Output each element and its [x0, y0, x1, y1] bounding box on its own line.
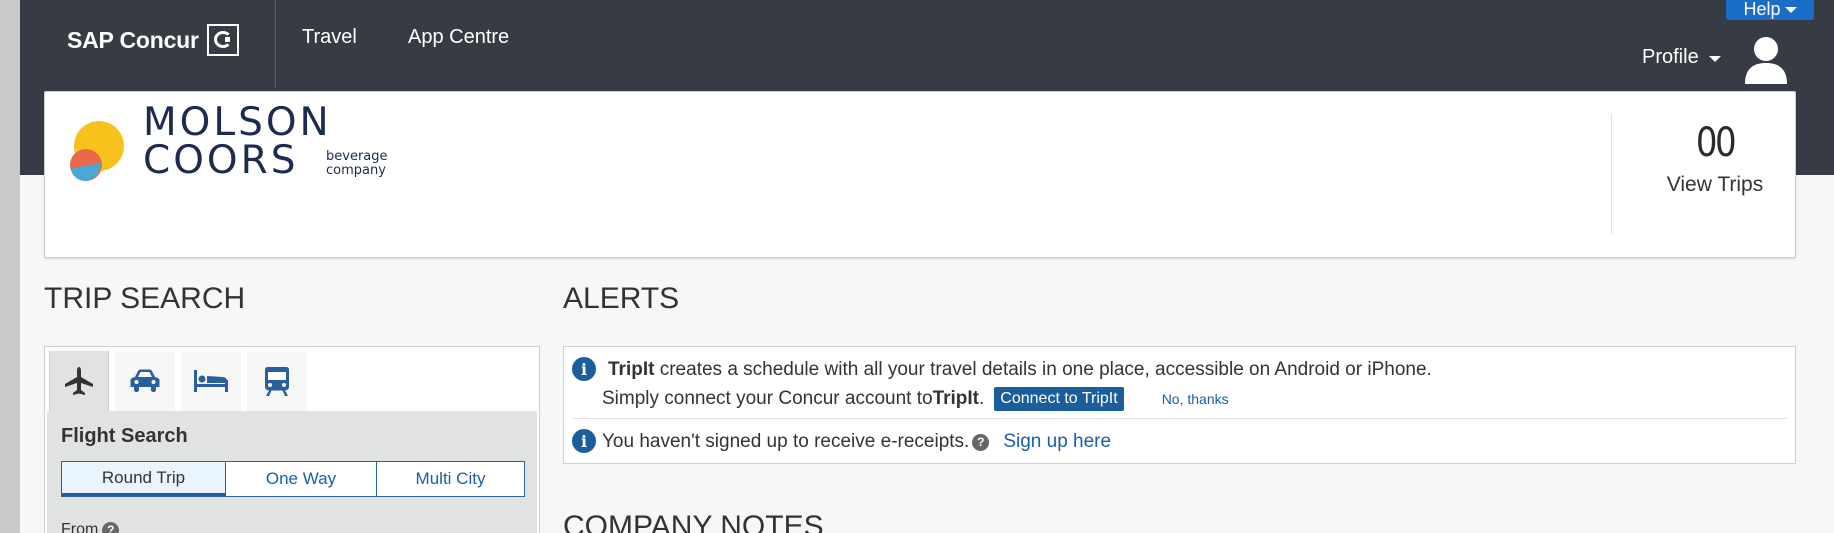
flight-search-form: Flight Search Round Trip One Way Multi C… — [47, 411, 537, 533]
alerts-box: i TripIt creates a schedule with all you… — [563, 346, 1796, 464]
train-icon — [265, 367, 289, 396]
company-notes-title: COMPANY NOTES — [563, 510, 824, 533]
sign-up-here-link[interactable]: Sign up here — [1003, 431, 1111, 453]
profile-label: Profile — [1642, 46, 1699, 68]
hotel-bed-icon — [194, 370, 228, 392]
flight-search-label: Flight Search — [61, 425, 188, 447]
trip-type-one-way[interactable]: One Way — [226, 462, 377, 496]
tripit-connect-line: Simply connect your Concur account to Tr… — [602, 387, 1229, 411]
sap-concur-logo[interactable]: SAP Concur — [67, 22, 239, 58]
tab-flight[interactable] — [49, 351, 109, 411]
tab-rail[interactable] — [247, 351, 307, 411]
nav-travel[interactable]: Travel — [302, 26, 357, 49]
view-trips-link[interactable]: View Trips — [1645, 173, 1785, 197]
help-question-icon[interactable]: ? — [972, 433, 990, 451]
molson-coors-emblem-icon — [70, 121, 124, 181]
tab-car[interactable] — [115, 351, 175, 411]
caret-down-icon — [1708, 55, 1721, 62]
ereceipts-alert: You haven't signed up to receive e-recei… — [602, 431, 1112, 453]
alerts-title: ALERTS — [563, 282, 680, 315]
car-icon — [130, 369, 160, 392]
logo-subtitle: beverage company — [326, 149, 388, 179]
help-label: Help — [1743, 0, 1781, 19]
connect-to-tripit-button[interactable]: Connect to TripIt — [994, 387, 1124, 411]
caret-down-icon — [1784, 7, 1797, 13]
tripit-alert-text: TripIt creates a schedule with all your … — [608, 359, 1432, 380]
trip-type-selector: Round Trip One Way Multi City — [61, 461, 525, 497]
logo-wordmark: MOLSON COORS — [143, 100, 332, 184]
trip-type-multi-city[interactable]: Multi City — [377, 462, 524, 496]
trip-search-title: TRIP SEARCH — [44, 282, 246, 315]
page: SAP Concur Travel App Centre Help Profil… — [20, 0, 1834, 533]
trip-search-panel: Flight Search Round Trip One Way Multi C… — [44, 346, 540, 533]
info-icon: i — [572, 429, 596, 453]
company-card: MOLSON COORS beverage company 00 View Tr… — [44, 91, 1796, 258]
no-thanks-link[interactable]: No, thanks — [1162, 391, 1229, 407]
nav-app-centre[interactable]: App Centre — [408, 26, 509, 49]
user-avatar-icon[interactable] — [1742, 34, 1790, 84]
airplane-icon — [65, 367, 93, 395]
from-label: From ? — [61, 521, 120, 533]
alert-separator — [572, 418, 1787, 419]
tab-hotel[interactable] — [181, 351, 241, 411]
card-divider — [1611, 114, 1612, 234]
nav-divider — [275, 0, 276, 88]
info-icon: i — [572, 357, 596, 381]
profile-menu[interactable]: Profile — [1642, 46, 1721, 69]
help-button[interactable]: Help — [1726, 0, 1814, 20]
trip-type-round-trip[interactable]: Round Trip — [62, 462, 226, 496]
help-question-icon[interactable]: ? — [102, 521, 120, 533]
trips-count: 00 — [1695, 120, 1737, 166]
concur-c-icon — [206, 24, 239, 56]
molson-coors-logo: MOLSON COORS beverage company — [67, 100, 388, 184]
brand-name: SAP Concur — [67, 26, 199, 53]
